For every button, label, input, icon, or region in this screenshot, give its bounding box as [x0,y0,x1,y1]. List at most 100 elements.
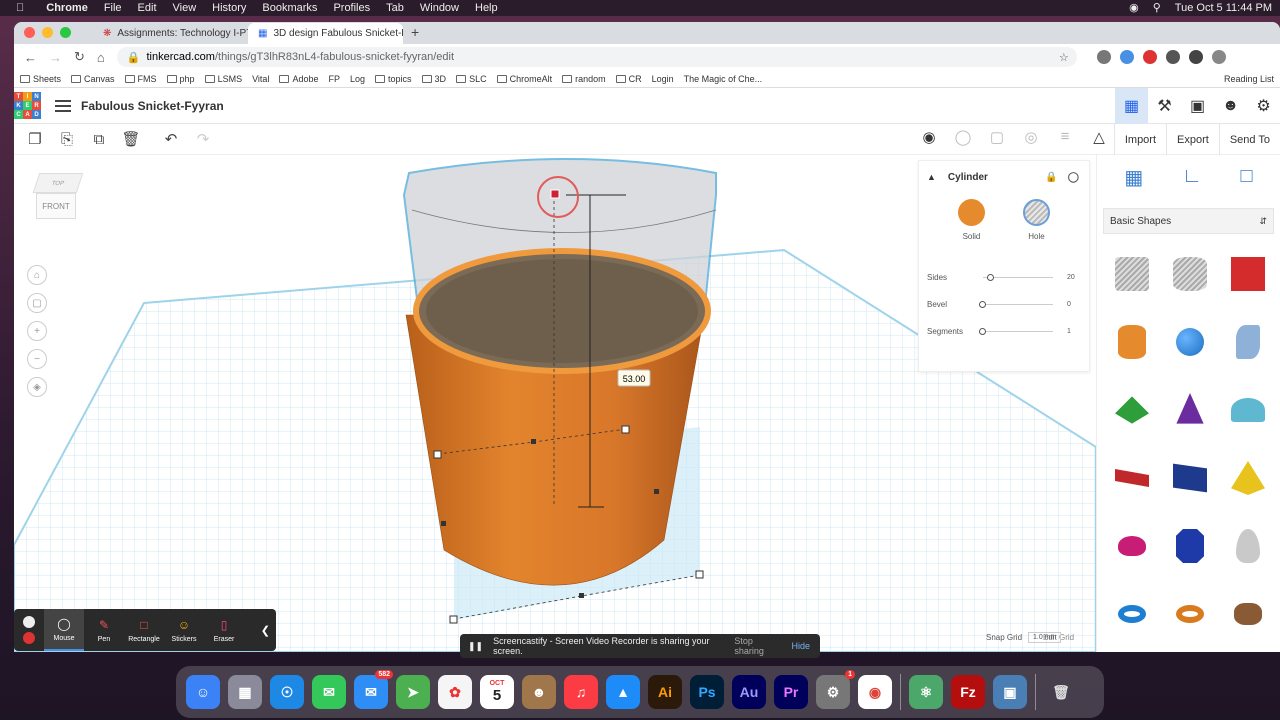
shape-category-select[interactable]: Basic Shapes ⇵ [1103,208,1274,234]
menu-app-name[interactable]: Chrome [46,2,88,14]
menu-bookmarks[interactable]: Bookmarks [262,2,317,14]
app-store-icon[interactable]: ▲ [606,675,640,709]
sphere-shape[interactable] [1161,318,1219,366]
screencastify-extension-icon[interactable] [1142,50,1157,64]
home-icon[interactable]: ⌂ [97,50,105,65]
contacts-icon[interactable]: ☻ [522,675,556,709]
lightbulb-icon[interactable]: ◯ [1068,172,1079,183]
mouse-tool[interactable]: ◯ Mouse [44,609,84,651]
rectangle-tool[interactable]: □ Rectangle [124,609,164,651]
bookmark-star-icon[interactable]: ☆ [1059,51,1069,64]
delete-icon[interactable]: 🗑 [120,128,142,150]
bookmark-magic[interactable]: The Magic of Che... [684,74,763,84]
bookmark-vital[interactable]: Vital [252,74,269,84]
edge-handle[interactable] [441,521,446,526]
heart-shape[interactable] [1219,590,1277,638]
segments-slider-knob[interactable] [979,328,986,335]
height-handle[interactable] [550,189,560,199]
half-sphere-shape[interactable] [1103,522,1161,570]
group-icon[interactable]: ▢ [986,128,1008,146]
collapse-toolbar-icon[interactable]: ❮ [261,624,270,637]
hexagon-prism-shape[interactable] [1161,522,1219,570]
bookmark-canvas[interactable]: Canvas [71,74,115,84]
profile-avatar[interactable] [1211,50,1226,64]
hole-swatch[interactable] [1023,199,1050,226]
fit-view-icon[interactable]: ▢ [27,293,47,313]
stop-recording-icon[interactable] [23,632,35,644]
duplicate-icon[interactable]: ⧉ [88,128,110,150]
search-icon[interactable]: ⚲ [1153,1,1161,14]
menu-file[interactable]: File [104,2,122,14]
maps-icon[interactable]: ➤ [396,675,430,709]
hole-option[interactable]: Hole [1023,199,1050,241]
export-button[interactable]: Export [1166,124,1219,155]
edge-handle[interactable] [531,439,536,444]
sides-slider[interactable] [983,274,1053,281]
tinkercad-logo[interactable]: T I N K E R C A D [14,92,41,119]
tab-tinkercad[interactable]: ▦ 3D design Fabulous Snicket-Fy × [248,23,403,44]
new-tab-button[interactable]: + [411,24,419,40]
minimize-window-button[interactable] [42,27,53,38]
undo-icon[interactable]: ↶ [160,128,182,150]
lock-icon[interactable]: 🔒 [1045,172,1057,183]
home-view-icon[interactable]: ⌂ [27,265,47,285]
cylinder-shape[interactable] [1103,318,1161,366]
safari-icon[interactable]: ☉ [270,675,304,709]
design-list-icon[interactable] [55,99,71,112]
redo-icon[interactable]: ↷ [192,128,214,150]
wifi-icon[interactable]: ◉ [1129,1,1139,14]
system-preferences-icon[interactable]: ⚙ 1 [816,670,855,709]
calendar-icon[interactable]: OCT 5 [480,675,514,709]
bookmark-login[interactable]: Login [652,74,674,84]
menu-profiles[interactable]: Profiles [333,2,370,14]
bookmark-topics[interactable]: topics [375,74,412,84]
solid-swatch[interactable] [958,199,985,226]
box-hole-shape[interactable] [1103,250,1161,298]
notes-icon[interactable]: □ [1240,165,1252,190]
forward-icon[interactable]: → [49,50,62,65]
menubar-clock[interactable]: Tue Oct 5 11:44 PM [1175,2,1272,14]
tab-assignments[interactable]: ❋ Assignments: Technology I-P7 × [93,23,248,44]
grid-view-icon[interactable]: ▦ [1115,88,1148,124]
audition-icon[interactable]: Au [732,675,766,709]
add-user-icon[interactable]: ☻ [1214,88,1247,124]
mirror-icon[interactable]: △ [1088,128,1110,146]
segments-slider[interactable] [979,328,1053,335]
trash-icon[interactable]: 🗑 [1044,675,1078,709]
blocks-icon[interactable]: ⚒ [1148,88,1181,124]
filezilla-icon[interactable]: Fz [951,675,985,709]
chrome-icon[interactable]: ◉ [858,675,892,709]
dimension-value[interactable]: 53.00 [623,374,646,384]
messages-icon[interactable]: ✉ [312,675,346,709]
corner-handle[interactable] [695,570,704,579]
paraboloid-shape[interactable] [1219,522,1277,570]
bookmark-log[interactable]: Log [350,74,365,84]
cone-shape[interactable] [1161,386,1219,434]
bookmark-chromealt[interactable]: ChromeAlt [496,74,552,84]
stickers-tool[interactable]: ☺ Stickers [164,609,204,651]
send-to-button[interactable]: Send To [1218,124,1280,155]
text-shape[interactable] [1103,454,1161,502]
menu-tab[interactable]: Tab [386,2,404,14]
reload-icon[interactable]: ↻ [74,49,85,65]
bookmark-adobe[interactable]: Adobe [279,74,318,84]
extension-icon[interactable] [1096,50,1111,64]
view-cube-top[interactable]: TOP [32,173,84,193]
bevel-slider-knob[interactable] [979,301,986,308]
bookmark-slc[interactable]: SLC [456,74,487,84]
edge-handle[interactable] [579,593,584,598]
cylinder-hole-shape[interactable] [1161,250,1219,298]
lightbulb-icon[interactable]: ◯ [952,128,974,146]
polygon-shape[interactable] [1161,454,1219,502]
bookmark-random[interactable]: random [562,74,606,84]
preview-icon[interactable]: ▣ [993,675,1027,709]
photos-icon[interactable]: ✿ [438,675,472,709]
bevel-value[interactable]: 0 [1067,301,1071,308]
perspective-icon[interactable]: ◈ [27,377,47,397]
solid-option[interactable]: Solid [958,199,985,241]
stop-sharing-button[interactable]: Stop sharing [734,636,781,656]
round-roof-shape[interactable] [1219,386,1277,434]
corner-handle[interactable] [621,425,630,434]
segments-value[interactable]: 1 [1067,328,1071,335]
bookmark-php[interactable]: php [166,74,195,84]
